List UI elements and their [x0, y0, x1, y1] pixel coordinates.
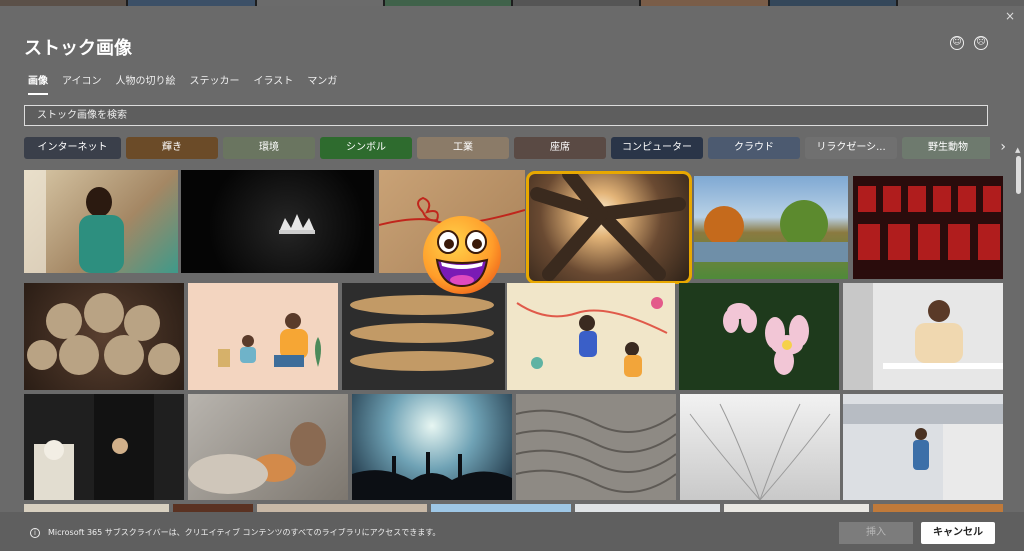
close-icon[interactable]: ×: [1002, 8, 1018, 24]
chip-seats[interactable]: 座席: [514, 137, 606, 159]
chip-symbol[interactable]: シンボル: [320, 137, 412, 159]
subscriber-info-text: Microsoft 365 サブスクライバーは、クリエイティブ コンテンツのすべ…: [48, 528, 441, 537]
image-tile[interactable]: [680, 394, 840, 500]
chip-industry[interactable]: 工業: [417, 137, 509, 159]
dialog-footer: i Microsoft 365 サブスクライバーは、クリエイティブ コンテンツの…: [0, 512, 1024, 551]
info-icon: i: [30, 527, 40, 538]
stock-images-dialog: × ストック画像 ☺ ☹ 画像 アイコン 人物の切り絵 ステッカー イラスト マ…: [0, 6, 1024, 551]
image-tile[interactable]: [24, 283, 184, 390]
scrollbar-thumb[interactable]: [1016, 156, 1021, 194]
chip-relaxation[interactable]: リラクゼーシ...: [805, 137, 897, 159]
chip-internet[interactable]: インターネット: [24, 137, 121, 159]
image-tile[interactable]: [507, 283, 675, 390]
image-tile[interactable]: [181, 170, 374, 273]
image-tile[interactable]: [516, 394, 676, 500]
smile-icon[interactable]: ☺: [950, 36, 964, 50]
search-input[interactable]: ストック画像を検索: [24, 105, 988, 126]
cancel-button[interactable]: キャンセル: [921, 522, 995, 544]
grinning-face-emoji: [423, 216, 501, 294]
dialog-title: ストック画像: [24, 38, 132, 59]
image-tile-selected[interactable]: [526, 171, 692, 284]
chip-wildlife[interactable]: 野生動物: [902, 137, 990, 159]
image-grid: [24, 170, 1004, 518]
insert-button[interactable]: 挿入: [839, 522, 913, 544]
image-tile[interactable]: [694, 176, 848, 279]
image-tile[interactable]: [843, 394, 1003, 500]
image-tile[interactable]: [188, 394, 348, 500]
image-tile[interactable]: [24, 170, 178, 273]
image-tile[interactable]: [853, 176, 1003, 279]
image-tile[interactable]: [188, 283, 338, 390]
frown-icon[interactable]: ☹: [974, 36, 988, 50]
feedback-group: ☺ ☹: [950, 36, 988, 50]
subscriber-info: i Microsoft 365 サブスクライバーは、クリエイティブ コンテンツの…: [30, 527, 440, 538]
tab-images[interactable]: 画像: [28, 72, 48, 95]
chip-environment[interactable]: 環境: [223, 137, 315, 159]
tab-manga[interactable]: マンガ: [307, 72, 337, 95]
tab-stickers[interactable]: ステッカー: [190, 72, 240, 95]
chip-computer[interactable]: コンピューター: [611, 137, 703, 159]
scroll-up-icon[interactable]: ▲: [1015, 146, 1020, 154]
chevron-right-icon[interactable]: ›: [1000, 139, 1006, 155]
image-tile[interactable]: [24, 394, 184, 500]
image-tile[interactable]: [352, 394, 512, 500]
filter-chips: インターネット 輝き 環境 シンボル 工業 座席 コンピューター クラウド リラ…: [24, 137, 990, 159]
image-tile[interactable]: [679, 283, 839, 390]
image-tile[interactable]: [342, 283, 505, 390]
tab-icons[interactable]: アイコン: [62, 72, 102, 95]
scrollbar[interactable]: ▲ ▼: [1015, 146, 1021, 526]
chip-sparkle[interactable]: 輝き: [126, 137, 218, 159]
chip-cloud[interactable]: クラウド: [708, 137, 800, 159]
tab-cutout-people[interactable]: 人物の切り絵: [116, 72, 176, 95]
tab-illustrations[interactable]: イラスト: [254, 72, 294, 95]
category-tabs: 画像 アイコン 人物の切り絵 ステッカー イラスト マンガ: [28, 72, 337, 95]
image-tile[interactable]: [843, 283, 1003, 390]
